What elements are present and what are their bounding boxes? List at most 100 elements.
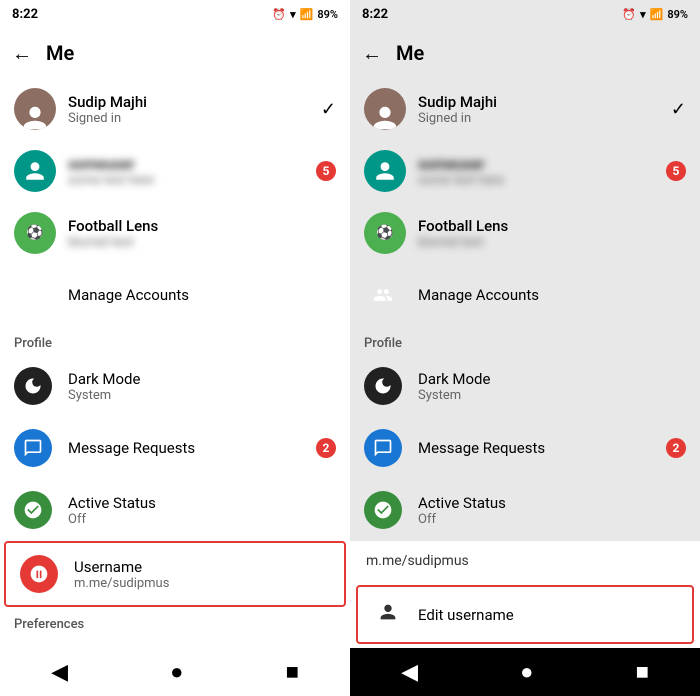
- active-status-label: Active Status: [68, 494, 336, 512]
- right-time: 8:22: [362, 7, 388, 22]
- right-message-requests-label: Message Requests: [418, 439, 650, 457]
- right-account-name-blurred: someuser: [418, 155, 654, 173]
- back-button[interactable]: ←: [12, 41, 32, 66]
- back-nav-btn[interactable]: ◀: [51, 660, 68, 685]
- avatar-football: ⚽: [14, 212, 56, 254]
- right-account-item-blurred[interactable]: someuser some text here 5: [350, 140, 700, 202]
- right-top-bar: ← Me: [350, 28, 700, 78]
- right-account-info-blurred: someuser some text here: [418, 155, 654, 188]
- right-active-status-sub: Off: [418, 512, 686, 527]
- manage-accounts-item[interactable]: Manage Accounts: [0, 264, 350, 326]
- right-manage-accounts-icon: [364, 276, 402, 314]
- right-account-item-sudip[interactable]: Sudip Majhi Signed in ✓: [350, 78, 700, 140]
- right-dark-mode-sub: System: [418, 388, 686, 403]
- left-profile-section: Profile: [0, 326, 350, 355]
- right-profile-section: Profile: [350, 326, 700, 355]
- right-active-status-label: Active Status: [418, 494, 686, 512]
- right-manage-accounts-item[interactable]: Manage Accounts: [350, 264, 700, 326]
- avatar-blurred1: [14, 150, 56, 192]
- active-status-icon: [14, 491, 52, 529]
- right-status-bar: 8:22 ⏰ ▾ 📶 89%: [350, 0, 700, 28]
- right-active-status-text: Active Status Off: [418, 494, 686, 527]
- username-text: Username m.me/sudipmus: [74, 558, 330, 591]
- message-requests-item[interactable]: Message Requests 2: [0, 417, 350, 479]
- recents-nav-btn[interactable]: ■: [286, 659, 299, 685]
- right-account-name-football: Football Lens: [418, 217, 686, 235]
- account-name-blurred1: someuser: [68, 155, 304, 173]
- active-status-sub: Off: [68, 512, 336, 527]
- right-message-requests-icon: [364, 429, 402, 467]
- account-item-blurred1[interactable]: someuser some text here 5: [0, 140, 350, 202]
- signal-icon: 📶: [300, 8, 314, 21]
- account-sub-football: blurred text: [68, 235, 336, 250]
- right-dark-mode-text: Dark Mode System: [418, 370, 686, 403]
- right-manage-accounts-text: Manage Accounts: [418, 286, 686, 304]
- right-check-icon: ✓: [671, 99, 686, 120]
- edit-username-item[interactable]: Edit username: [356, 585, 694, 644]
- left-top-bar: ← Me: [0, 28, 350, 78]
- right-badge-blurred: 5: [666, 161, 686, 181]
- left-status-bar: 8:22 ⏰ ▾ 📶 89%: [0, 0, 350, 28]
- dark-mode-sub: System: [68, 388, 336, 403]
- right-page-title: Me: [396, 41, 424, 65]
- right-back-nav-btn[interactable]: ◀: [401, 660, 418, 685]
- battery-text-r: 89%: [667, 8, 688, 21]
- left-status-icons: ⏰ ▾ 📶 89%: [272, 8, 338, 21]
- left-account-list: Sudip Majhi Signed in ✓ someuser some te…: [0, 78, 350, 648]
- account-info-football: Football Lens blurred text: [68, 217, 336, 250]
- account-item-sudip[interactable]: Sudip Majhi Signed in ✓: [0, 78, 350, 140]
- wifi-icon: ▾: [290, 8, 296, 21]
- right-account-info-football: Football Lens blurred text: [418, 217, 686, 250]
- account-info-sudip: Sudip Majhi Signed in: [68, 93, 309, 126]
- manage-accounts-label: Manage Accounts: [68, 286, 336, 304]
- right-dark-mode-label: Dark Mode: [418, 370, 686, 388]
- active-status-item[interactable]: Active Status Off: [0, 479, 350, 541]
- right-account-sub-blurred: some text here: [418, 173, 654, 188]
- right-home-nav-btn[interactable]: ●: [520, 659, 533, 685]
- message-requests-icon: [14, 429, 52, 467]
- left-bottom-nav: ◀ ● ■: [0, 648, 350, 696]
- account-info-blurred1: someuser some text here: [68, 155, 304, 188]
- dark-mode-icon: [14, 367, 52, 405]
- dark-mode-item[interactable]: Dark Mode System: [0, 355, 350, 417]
- left-preferences-section: Preferences: [0, 607, 350, 636]
- right-avatar-sudip: [364, 88, 406, 130]
- right-account-sub-sudip: Signed in: [418, 111, 659, 126]
- username-sub: m.me/sudipmus: [74, 576, 330, 591]
- username-item[interactable]: Username m.me/sudipmus: [4, 541, 346, 607]
- right-message-requests-item[interactable]: Message Requests 2: [350, 417, 700, 479]
- right-dark-mode-icon: [364, 367, 402, 405]
- right-active-status-item[interactable]: Active Status Off: [350, 479, 700, 541]
- right-manage-accounts-label: Manage Accounts: [418, 286, 686, 304]
- right-active-status-icon: [364, 491, 402, 529]
- signal-icon-r: 📶: [650, 8, 664, 21]
- right-avatar-blurred: [364, 150, 406, 192]
- battery-text: 89%: [317, 8, 338, 21]
- wifi-icon-r: ▾: [640, 8, 646, 21]
- message-requests-badge: 2: [316, 438, 336, 458]
- message-requests-text: Message Requests: [68, 439, 300, 457]
- account-name-football: Football Lens: [68, 217, 336, 235]
- username-icon: [20, 555, 58, 593]
- account-sub-sudip: Signed in: [68, 111, 309, 126]
- right-back-button[interactable]: ←: [362, 41, 382, 66]
- right-account-item-football[interactable]: ⚽ Football Lens blurred text: [350, 202, 700, 264]
- manage-accounts-icon: [14, 276, 52, 314]
- username-display: m.me/sudipmus: [350, 541, 700, 581]
- home-nav-btn[interactable]: ●: [170, 659, 183, 685]
- active-status-text: Active Status Off: [68, 494, 336, 527]
- right-account-info-sudip: Sudip Majhi Signed in: [418, 93, 659, 126]
- username-label: Username: [74, 558, 330, 576]
- notifications-item[interactable]: Notifications & Sounds: [0, 636, 350, 648]
- dark-mode-text: Dark Mode System: [68, 370, 336, 403]
- alarm-icon-r: ⏰: [622, 8, 636, 21]
- alarm-icon: ⏰: [272, 8, 286, 21]
- message-requests-label: Message Requests: [68, 439, 300, 457]
- right-message-requests-badge: 2: [666, 438, 686, 458]
- right-account-sub-football: blurred text: [418, 235, 686, 250]
- right-avatar-football: ⚽: [364, 212, 406, 254]
- right-recents-nav-btn[interactable]: ■: [636, 659, 649, 685]
- right-dark-mode-item[interactable]: Dark Mode System: [350, 355, 700, 417]
- account-item-football[interactable]: ⚽ Football Lens blurred text: [0, 202, 350, 264]
- avatar-sudip: [14, 88, 56, 130]
